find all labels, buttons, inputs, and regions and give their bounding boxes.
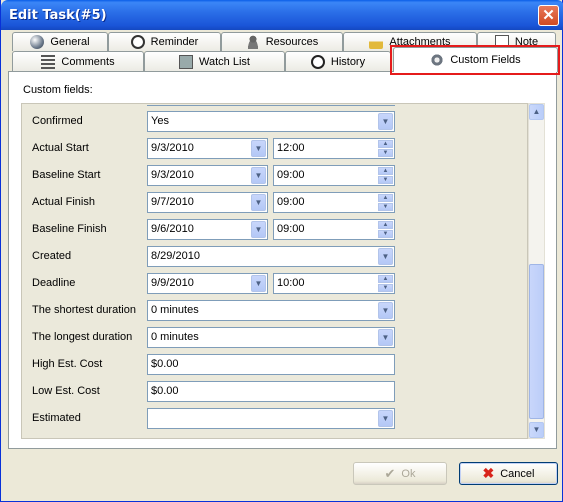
created-date-picker[interactable]: 8/29/2010 ▼	[147, 246, 395, 267]
shortest-duration-label: The shortest duration	[32, 304, 136, 316]
longest-duration-label: The longest duration	[32, 331, 133, 343]
actual-finish-time-spinner[interactable]: 09:00 ▲ ▼	[273, 192, 395, 213]
checkmark-icon: ✔	[384, 465, 396, 481]
chevron-down-icon[interactable]: ▼	[378, 113, 393, 130]
spin-arrows-icon[interactable]: ▲ ▼	[378, 275, 393, 292]
deadline-label: Deadline	[32, 277, 76, 289]
baseline-start-date-picker[interactable]: 9/3/2010 ▼	[147, 165, 268, 186]
baseline-finish-label: Baseline Finish	[32, 223, 107, 235]
actual-start-time-spinner[interactable]: 12:00 ▲ ▼	[273, 138, 395, 159]
globe-icon	[30, 35, 45, 49]
cancel-button[interactable]: ✖ Cancel	[459, 462, 558, 485]
deadline-time-spinner[interactable]: 10:00 ▲ ▼	[273, 273, 395, 294]
actual-finish-label: Actual Finish	[32, 196, 95, 208]
actual-start-label: Actual Start	[32, 142, 89, 154]
person-icon	[245, 35, 260, 49]
baseline-start-time-spinner[interactable]: 09:00 ▲ ▼	[273, 165, 395, 186]
tab-custom-fields[interactable]: Custom Fields	[393, 47, 558, 72]
spin-arrows-icon[interactable]: ▲ ▼	[378, 167, 393, 184]
chevron-down-icon[interactable]: ▼	[378, 248, 393, 265]
cross-icon: ✖	[482, 465, 495, 481]
vertical-scrollbar[interactable]: ▲ ▼	[528, 103, 545, 439]
tab-history[interactable]: History	[285, 51, 391, 71]
low-est-cost-input[interactable]: $0.00	[147, 381, 395, 402]
comment-list-icon	[41, 54, 56, 69]
tab-reminder[interactable]: Reminder	[108, 32, 221, 51]
spin-arrows-icon[interactable]: ▲ ▼	[378, 221, 393, 238]
estimated-select[interactable]: ▼	[147, 408, 395, 429]
deadline-date-picker[interactable]: 9/9/2010 ▼	[147, 273, 268, 294]
chevron-down-icon[interactable]: ▼	[251, 221, 266, 238]
high-est-cost-label: High Est. Cost	[32, 358, 103, 370]
custom-fields-label: Custom fields:	[23, 84, 93, 96]
tab-resources[interactable]: Resources	[221, 32, 343, 51]
tab-comments[interactable]: Comments	[12, 51, 144, 71]
tab-general[interactable]: General	[12, 32, 108, 51]
spin-arrows-icon[interactable]: ▲ ▼	[378, 140, 393, 157]
scrolled-field-edge	[147, 104, 395, 106]
chevron-down-icon[interactable]: ▼	[251, 194, 266, 211]
window-title: Edit Task(#5)	[9, 8, 107, 23]
shortest-duration-select[interactable]: 0 minutes ▼	[147, 300, 395, 321]
low-est-cost-label: Low Est. Cost	[32, 385, 100, 397]
confirmed-label: Confirmed	[32, 115, 83, 127]
estimated-label: Estimated	[32, 412, 81, 424]
chevron-down-icon[interactable]: ▼	[378, 329, 393, 346]
watch-list-icon	[179, 54, 194, 69]
chevron-down-icon[interactable]: ▼	[251, 140, 266, 157]
gear-icon	[430, 53, 445, 67]
baseline-start-label: Baseline Start	[32, 169, 101, 181]
close-button[interactable]: ✕	[538, 5, 559, 26]
baseline-finish-date-picker[interactable]: 9/6/2010 ▼	[147, 219, 268, 240]
chevron-down-icon[interactable]: ▼	[251, 167, 266, 184]
title-bar[interactable]: Edit Task(#5) ✕	[1, 0, 563, 30]
baseline-finish-time-spinner[interactable]: 09:00 ▲ ▼	[273, 219, 395, 240]
confirmed-select[interactable]: Yes ▼	[147, 111, 395, 132]
scroll-up-icon[interactable]: ▲	[529, 104, 544, 120]
chevron-down-icon[interactable]: ▼	[251, 275, 266, 292]
spin-arrows-icon[interactable]: ▲ ▼	[378, 194, 393, 211]
created-label: Created	[32, 250, 72, 262]
alarm-clock-icon	[130, 35, 145, 49]
edit-task-window: Edit Task(#5) ✕ General Reminder Resourc…	[0, 0, 563, 502]
actual-start-date-picker[interactable]: 9/3/2010 ▼	[147, 138, 268, 159]
actual-finish-date-picker[interactable]: 9/7/2010 ▼	[147, 192, 268, 213]
tab-watch-list[interactable]: Watch List	[144, 51, 285, 71]
scroll-down-icon[interactable]: ▼	[529, 422, 544, 438]
chevron-down-icon[interactable]: ▼	[378, 410, 393, 427]
high-est-cost-input[interactable]: $0.00	[147, 354, 395, 375]
ok-button[interactable]: ✔ Ok	[353, 462, 447, 485]
scroll-thumb[interactable]	[529, 264, 544, 419]
chevron-down-icon[interactable]: ▼	[378, 302, 393, 319]
padlock-icon	[369, 35, 384, 49]
history-icon	[310, 54, 325, 69]
longest-duration-select[interactable]: 0 minutes ▼	[147, 327, 395, 348]
